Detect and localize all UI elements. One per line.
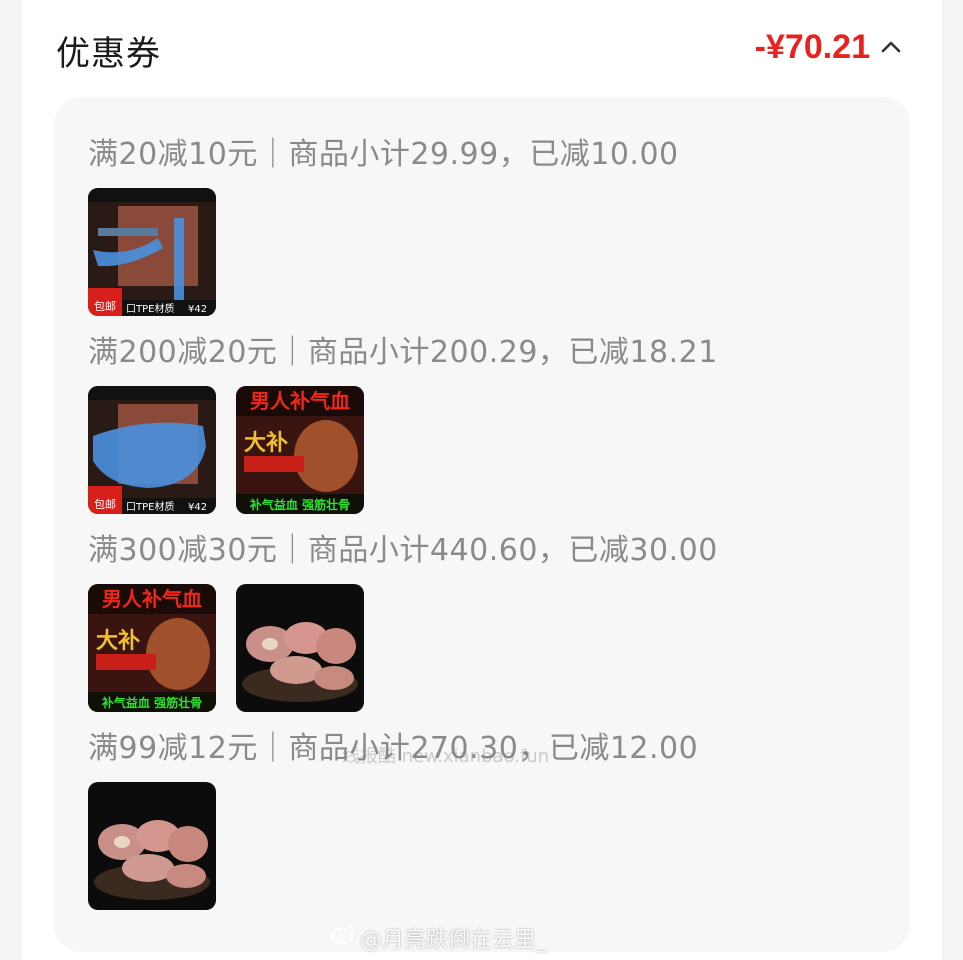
coupon-groups-panel: 满20减10元｜商品小计29.99，已减10.00 包邮 口TPE材质 ¥42 … — [54, 97, 910, 952]
coupon-total-discount: -¥70.21 — [754, 28, 870, 66]
thumb-headline: 男人补气血 — [102, 587, 202, 611]
chevron-up-icon[interactable] — [880, 38, 902, 54]
product-thumbnail-fitness[interactable]: 包邮 口TPE材质 ¥42 — [88, 188, 216, 316]
watermark-user: @月亮跌倒在云里_ — [360, 928, 548, 953]
thumb-price: ¥42 — [188, 502, 207, 513]
thumb-caption: 口TPE材质 — [126, 302, 174, 315]
coupon-header[interactable]: 优惠券 -¥70.21 — [56, 22, 906, 74]
thumb-caption: 口TPE材质 — [126, 500, 174, 513]
coupon-group-label: 满200减20元｜商品小计200.29，已减18.21 — [88, 335, 718, 370]
product-thumbnail-meat[interactable] — [236, 584, 364, 712]
thumb-footer: 补气益血 强筋壮骨 — [101, 695, 202, 710]
thumb-big-text: 大补 — [244, 431, 288, 456]
coupon-card: 优惠券 -¥70.21 满20减10元｜商品小计29.99，已减10.00 包邮… — [22, 0, 942, 960]
thumb-big-text: 大补 — [96, 629, 140, 654]
coupon-group-label: 满20减10元｜商品小计29.99，已减10.00 — [88, 137, 679, 172]
coupon-title: 优惠券 — [56, 34, 161, 74]
product-thumbnail-supplement[interactable]: 男人补气血 大补 补气益血 强筋壮骨 — [88, 584, 216, 712]
thumb-price: ¥42 — [188, 304, 207, 315]
coupon-group-label: 满300减30元｜商品小计440.60，已减30.00 — [88, 533, 718, 568]
thumb-footer: 补气益血 强筋壮骨 — [249, 497, 350, 512]
product-thumbnail-meat[interactable] — [88, 782, 216, 910]
weibo-icon — [331, 925, 354, 944]
product-thumbnail-fitness[interactable]: 包邮 口TPE材质 ¥42 — [88, 386, 216, 514]
thumb-badge: 包邮 — [94, 498, 116, 511]
thumb-headline: 男人补气血 — [250, 389, 350, 413]
thumb-badge: 包邮 — [94, 300, 116, 313]
product-thumbnail-supplement[interactable]: 男人补气血 大补 补气益血 强筋壮骨 — [236, 386, 364, 514]
watermark-site: 线报酷 new.xianbao.fun — [342, 746, 550, 767]
